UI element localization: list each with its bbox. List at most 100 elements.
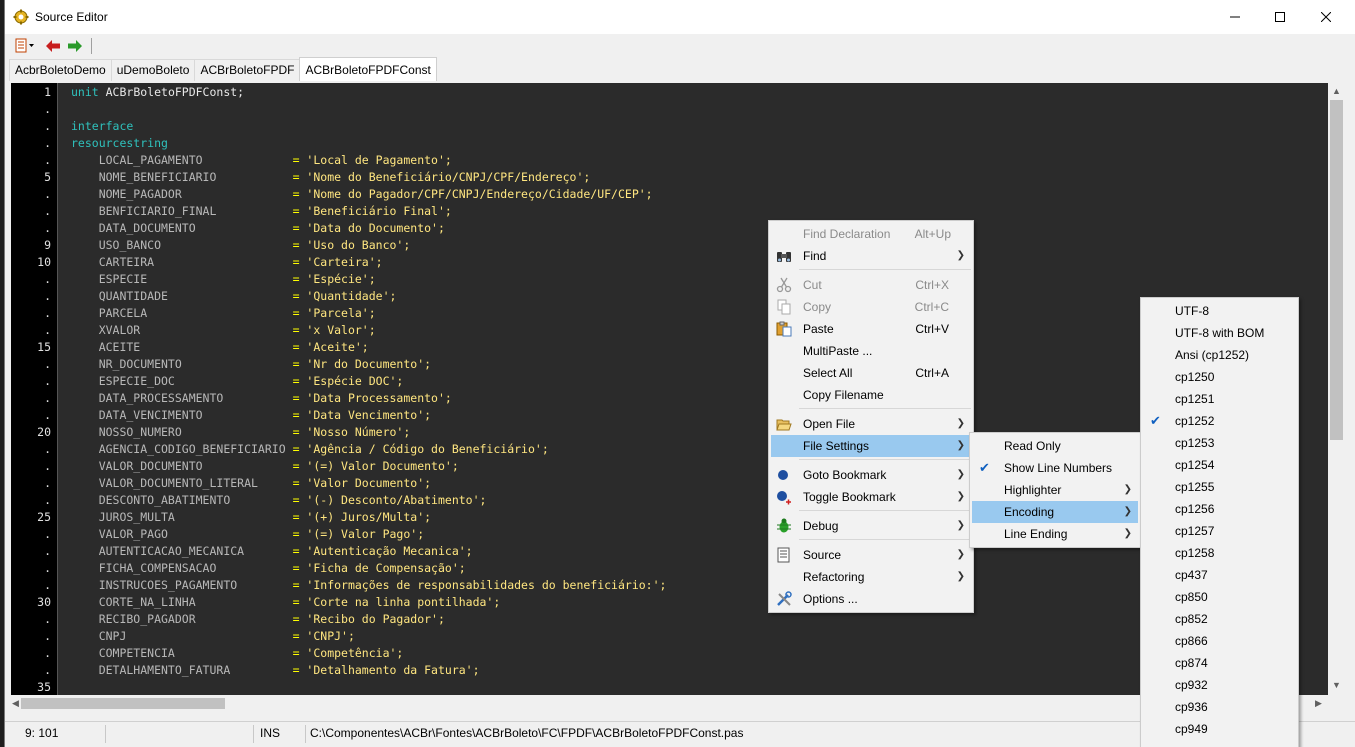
menu-options[interactable]: Options ... [771, 588, 971, 610]
menu-show-line-numbers[interactable]: ✔ Show Line Numbers [972, 457, 1138, 479]
menu-debug[interactable]: Debug ❯ [771, 515, 971, 537]
encoding-option[interactable]: cp850 [1143, 586, 1296, 608]
encoding-option[interactable]: ✔ cp1252 [1143, 410, 1296, 432]
horizontal-scroll-thumb[interactable] [21, 698, 225, 709]
minimize-icon [1230, 16, 1240, 18]
line-number: 15 [37, 340, 51, 354]
line-number: . [44, 663, 51, 677]
menu-toggle-bookmark[interactable]: Toggle Bookmark ❯ [771, 486, 971, 508]
scroll-up-icon[interactable]: ▲ [1332, 86, 1341, 96]
string-literal: 'Nome do Beneficiário/CNPJ/CPF/Endereço'… [306, 170, 591, 184]
scroll-down-icon[interactable]: ▼ [1332, 680, 1341, 690]
line-number: . [44, 357, 51, 371]
identifier: DATA_VENCIMENTO [71, 408, 293, 422]
code-line: NOME_BENEFICIARIO = 'Nome do Beneficiári… [71, 169, 591, 186]
menu-file-settings[interactable]: File Settings ❯ [771, 435, 971, 457]
encoding-option[interactable]: cp1257 [1143, 520, 1296, 542]
encoding-label: cp1257 [1175, 524, 1215, 538]
menu-refactoring[interactable]: Refactoring ❯ [771, 566, 971, 588]
menu-paste[interactable]: Paste Ctrl+V [771, 318, 971, 340]
menu-multipaste[interactable]: MultiPaste ... [771, 340, 971, 362]
menu-copy-filename[interactable]: Copy Filename [771, 384, 971, 406]
encoding-option[interactable]: Ansi (cp1252) [1143, 344, 1296, 366]
code-editor[interactable]: 1.... 5... 9 10.... 15.... 20.... 25.... 30....… [11, 83, 1328, 695]
line-number: . [44, 323, 51, 337]
menu-read-only[interactable]: Read Only [972, 435, 1138, 457]
assign-operator: = [292, 340, 307, 354]
encoding-label: cp1254 [1175, 458, 1215, 472]
title-bar[interactable]: Source Editor [5, 0, 1355, 34]
encoding-option[interactable]: cp949 [1143, 718, 1296, 740]
menu-find[interactable]: Find ❯ [771, 245, 971, 267]
line-number: . [44, 527, 51, 541]
scroll-left-icon[interactable]: ◀ [12, 698, 19, 709]
menu-encoding[interactable]: Encoding ❯ [972, 501, 1138, 523]
menu-line-ending[interactable]: Line Ending ❯ [972, 523, 1138, 545]
encoding-option[interactable]: UTF-8 [1143, 300, 1296, 322]
assign-operator: = [292, 306, 307, 320]
encoding-option[interactable]: cp852 [1143, 608, 1296, 630]
scroll-right-icon[interactable]: ▶ [1315, 698, 1322, 709]
close-button[interactable] [1303, 0, 1349, 34]
status-divider [105, 725, 106, 743]
encoding-option[interactable]: cp1256 [1143, 498, 1296, 520]
line-number-gutter[interactable]: 1.... 5... 9 10.... 15.... 20.... 25.... 30....… [11, 83, 57, 695]
horizontal-scrollbar[interactable]: ◀ ▶ [11, 695, 1328, 712]
tab-udemoboleto[interactable]: uDemoBoleto [110, 59, 196, 81]
menu-goto-bookmark[interactable]: Goto Bookmark ❯ [771, 464, 971, 486]
encoding-option[interactable]: cp936 [1143, 696, 1296, 718]
identifier: VALOR_DOCUMENTO_LITERAL [71, 476, 293, 490]
encoding-option[interactable]: cp932 [1143, 674, 1296, 696]
minimize-button[interactable] [1212, 0, 1258, 34]
encoding-option[interactable]: cp1251 [1143, 388, 1296, 410]
assign-operator: = [292, 663, 307, 677]
menu-copy[interactable]: Copy Ctrl+C [771, 296, 971, 318]
encoding-option[interactable]: cp874 [1143, 652, 1296, 674]
tab-acbrboletodemo[interactable]: AcbrBoletoDemo [9, 59, 112, 81]
jump-history-button[interactable] [11, 38, 39, 54]
document-list-icon [15, 38, 34, 53]
identifier: USO_BANCO [71, 238, 293, 252]
vertical-scrollbar[interactable]: ▲ ▼ [1328, 83, 1345, 695]
assign-operator: = [292, 629, 307, 643]
submenu-arrow-icon: ❯ [1123, 506, 1132, 517]
string-literal: 'CNPJ'; [306, 629, 355, 643]
encoding-option[interactable]: cp866 [1143, 630, 1296, 652]
encoding-option[interactable]: cp1255 [1143, 476, 1296, 498]
menu-cut[interactable]: Cut Ctrl+X [771, 274, 971, 296]
code-line: LOCAL_PAGAMENTO = 'Local de Pagamento'; [71, 152, 452, 169]
menu-find-declaration[interactable]: Find Declaration Alt+Up [771, 223, 971, 245]
status-divider [253, 725, 254, 743]
menu-select-all[interactable]: Select All Ctrl+A [771, 362, 971, 384]
status-divider [305, 725, 306, 743]
code-line: ACEITE = 'Aceite'; [71, 339, 369, 356]
encoding-option[interactable]: cp1250 [1143, 366, 1296, 388]
tab-acbrboletofpdf[interactable]: ACBrBoletoFPDF [194, 59, 301, 81]
encoding-option[interactable]: cp1254 [1143, 454, 1296, 476]
menu-separator [799, 408, 971, 409]
encoding-option[interactable]: cp1253 [1143, 432, 1296, 454]
menu-open-file[interactable]: Open File ❯ [771, 413, 971, 435]
string-literal: 'x Valor'; [306, 323, 376, 337]
line-number: 25 [37, 510, 51, 524]
string-literal: '(+) Juros/Multa'; [306, 510, 432, 524]
forward-button[interactable] [67, 38, 83, 54]
string-literal: 'Recibo do Pagador'; [306, 612, 445, 626]
line-number: 1 [44, 85, 51, 99]
encoding-option[interactable]: cp1258 [1143, 542, 1296, 564]
line-number: . [44, 374, 51, 388]
menu-highlighter[interactable]: Highlighter ❯ [972, 479, 1138, 501]
encoding-option[interactable]: cp437 [1143, 564, 1296, 586]
menu-source[interactable]: Source ❯ [771, 544, 971, 566]
maximize-button[interactable] [1257, 0, 1303, 34]
tab-acbrboletofpdfconst[interactable]: ACBrBoletoFPDFConst [299, 57, 437, 81]
line-number: . [44, 204, 51, 218]
vertical-scroll-thumb[interactable] [1330, 100, 1343, 440]
encoding-option[interactable]: UTF-8 with BOM [1143, 322, 1296, 344]
back-button[interactable] [45, 38, 61, 54]
code-line: BENFICIARIO_FINAL = 'Beneficiário Final'… [71, 203, 452, 220]
identifier: NOME_BENEFICIARIO [71, 170, 293, 184]
line-number: 10 [37, 255, 51, 269]
code-line: VALOR_DOCUMENTO_LITERAL = 'Valor Documen… [71, 475, 431, 492]
string-literal: 'Data do Documento'; [306, 221, 445, 235]
